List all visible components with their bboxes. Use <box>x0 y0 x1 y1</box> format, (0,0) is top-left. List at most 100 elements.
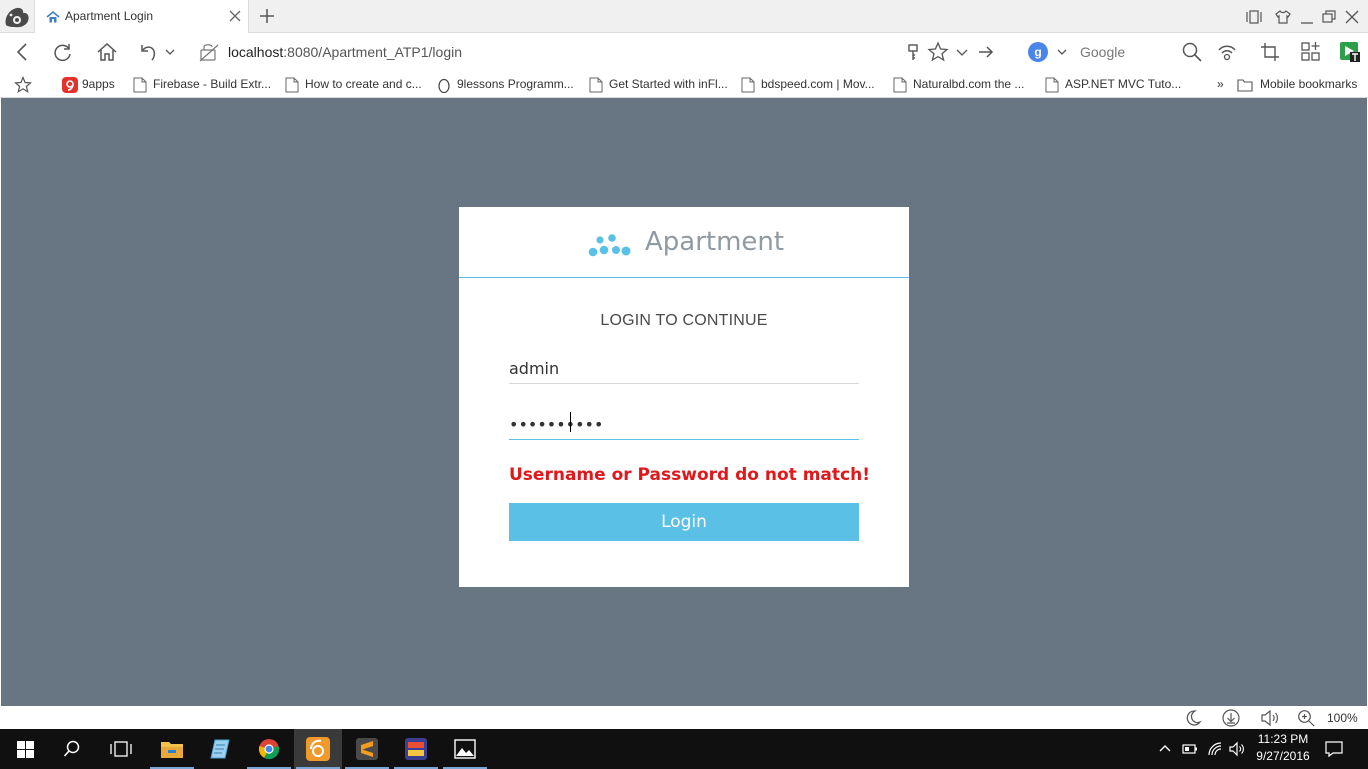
close-window-icon[interactable] <box>1343 8 1361 26</box>
bookmark-star-icon[interactable] <box>927 41 949 63</box>
clock-time: 11:23 PM <box>1257 732 1309 746</box>
bookmark-aspnet-mvc[interactable]: ASP.NET MVC Tuto... <box>1045 76 1185 94</box>
page-icon <box>893 77 907 93</box>
clock-date: 9/27/2016 <box>1256 749 1310 763</box>
system-clock[interactable]: 11:23 PM 9/27/2016 <box>1252 731 1314 765</box>
start-button[interactable] <box>1 729 49 769</box>
screenshot-icon[interactable] <box>1259 41 1281 63</box>
wifi-icon[interactable] <box>1207 741 1223 757</box>
tile-windows-icon[interactable] <box>1245 8 1263 26</box>
not-secure-icon[interactable] <box>198 43 220 63</box>
battery-icon[interactable] <box>1182 742 1198 756</box>
bookmark-label: ASP.NET MVC Tuto... <box>1065 77 1182 91</box>
home-icon <box>46 10 60 23</box>
search-engine-icon[interactable]: g <box>1028 42 1048 62</box>
page-icon <box>133 77 147 93</box>
undo-close-tab-icon[interactable] <box>138 41 160 63</box>
volume-icon[interactable] <box>1260 709 1280 727</box>
password-input[interactable] <box>509 410 859 440</box>
reload-icon[interactable] <box>52 41 74 63</box>
bookmark-9apps[interactable]: 9apps <box>62 76 122 94</box>
bookmark-star-icon[interactable] <box>14 76 32 94</box>
chevron-up-icon[interactable] <box>1158 742 1172 756</box>
page-icon <box>741 77 755 93</box>
bookmark-firebase[interactable]: Firebase - Build Extr... <box>133 76 273 94</box>
restore-icon[interactable] <box>1320 8 1338 26</box>
tab-title: Apartment Login <box>65 9 154 23</box>
brand-logo-dots-icon <box>588 234 631 257</box>
back-icon[interactable] <box>12 41 34 63</box>
file-explorer-icon <box>161 742 183 758</box>
night-mode-moon-icon[interactable] <box>1184 709 1202 727</box>
egg-icon <box>438 78 450 93</box>
speaker-icon[interactable] <box>1229 741 1245 757</box>
bookmark-get-started[interactable]: Get Started with inFl... <box>589 76 729 94</box>
browser-status-bar: 100% <box>0 706 1368 729</box>
zoom-level[interactable]: 100% <box>1327 711 1358 725</box>
search-icon <box>63 740 80 757</box>
tab-apartment-login[interactable]: Apartment Login <box>34 0 249 33</box>
bookmark-9lessons[interactable]: 9lessons Programm... <box>437 76 577 94</box>
bookmark-how-to-create[interactable]: How to create and c... <box>285 76 425 94</box>
bookmark-label: Get Started with inFl... <box>609 77 728 91</box>
action-center-icon[interactable] <box>1325 740 1343 758</box>
address-bar[interactable]: localhost:8080/Apartment_ATP1/login <box>196 41 1004 65</box>
login-heading: LOGIN TO CONTINUE <box>600 312 768 329</box>
taskbar-sublime[interactable] <box>343 729 391 769</box>
go-arrow-icon[interactable] <box>975 41 997 63</box>
more-bookmarks-label: » <box>1217 77 1224 91</box>
bookmark-label: bdspeed.com | Mov... <box>761 77 875 91</box>
bookmark-label: Mobile bookmarks <box>1260 77 1358 91</box>
chevron-down-icon[interactable] <box>1056 46 1068 58</box>
close-tab-icon[interactable] <box>228 9 242 23</box>
card-header: Apartment <box>459 207 909 278</box>
bookmark-naturalbd[interactable]: Naturalbd.com the ... <box>893 76 1033 94</box>
search-placeholder: Google <box>1080 44 1126 60</box>
bookmarks-bar: 9apps Firebase - Build Extr... How to cr… <box>0 71 1368 98</box>
tab-strip: Apartment Login <box>0 0 1368 33</box>
wifi-transfer-icon[interactable] <box>1216 41 1238 63</box>
photos-icon <box>454 739 476 759</box>
search-button[interactable] <box>49 729 97 769</box>
chevron-down-icon[interactable] <box>163 41 177 63</box>
login-button[interactable]: Login <box>509 503 859 541</box>
brand-name: Apartment <box>645 227 785 257</box>
game-app-icon <box>405 738 427 760</box>
bookmark-label: 9lessons Programm... <box>457 77 574 91</box>
folder-icon <box>1237 79 1253 92</box>
key-icon[interactable] <box>902 41 924 63</box>
page-icon <box>1045 77 1059 93</box>
taskbar-app-game[interactable] <box>392 729 440 769</box>
download-icon[interactable] <box>1221 709 1241 727</box>
navigation-bar: localhost:8080/Apartment_ATP1/login g Go… <box>0 33 1368 71</box>
username-input[interactable] <box>509 354 859 384</box>
uc-browser-logo-icon[interactable] <box>2 3 32 31</box>
minimize-icon[interactable] <box>1298 8 1316 26</box>
search-box[interactable]: g Google <box>1026 41 1206 65</box>
chevron-down-icon[interactable] <box>954 41 970 63</box>
bookmark-label: 9apps <box>82 77 115 91</box>
9apps-icon <box>62 77 78 93</box>
task-view-button[interactable] <box>97 729 145 769</box>
zoom-icon[interactable] <box>1297 709 1315 727</box>
mobile-bookmarks[interactable]: Mobile bookmarks <box>1237 76 1365 94</box>
bookmark-label: Firebase - Build Extr... <box>153 77 272 91</box>
home-button-icon[interactable] <box>96 41 118 63</box>
more-bookmarks-chevron[interactable]: » <box>1217 76 1231 94</box>
new-tab-icon[interactable] <box>258 7 276 25</box>
taskbar-app-2[interactable] <box>196 729 244 769</box>
text-caret <box>570 412 571 432</box>
apps-grid-icon[interactable] <box>1300 41 1322 63</box>
extension-play-icon[interactable] <box>1339 41 1361 63</box>
skin-shirt-icon[interactable] <box>1274 8 1292 26</box>
windows-taskbar: 11:23 PM 9/27/2016 <box>0 729 1368 769</box>
page-icon <box>589 77 603 93</box>
taskbar-uc-browser[interactable] <box>294 729 342 769</box>
notepad-app-icon <box>210 739 230 759</box>
url-text[interactable]: localhost:8080/Apartment_ATP1/login <box>228 44 462 60</box>
bookmark-bdspeed[interactable]: bdspeed.com | Mov... <box>741 76 881 94</box>
taskbar-file-explorer[interactable] <box>148 729 196 769</box>
taskbar-chrome[interactable] <box>245 729 293 769</box>
taskbar-photos[interactable] <box>441 729 489 769</box>
search-icon[interactable] <box>1181 41 1203 63</box>
